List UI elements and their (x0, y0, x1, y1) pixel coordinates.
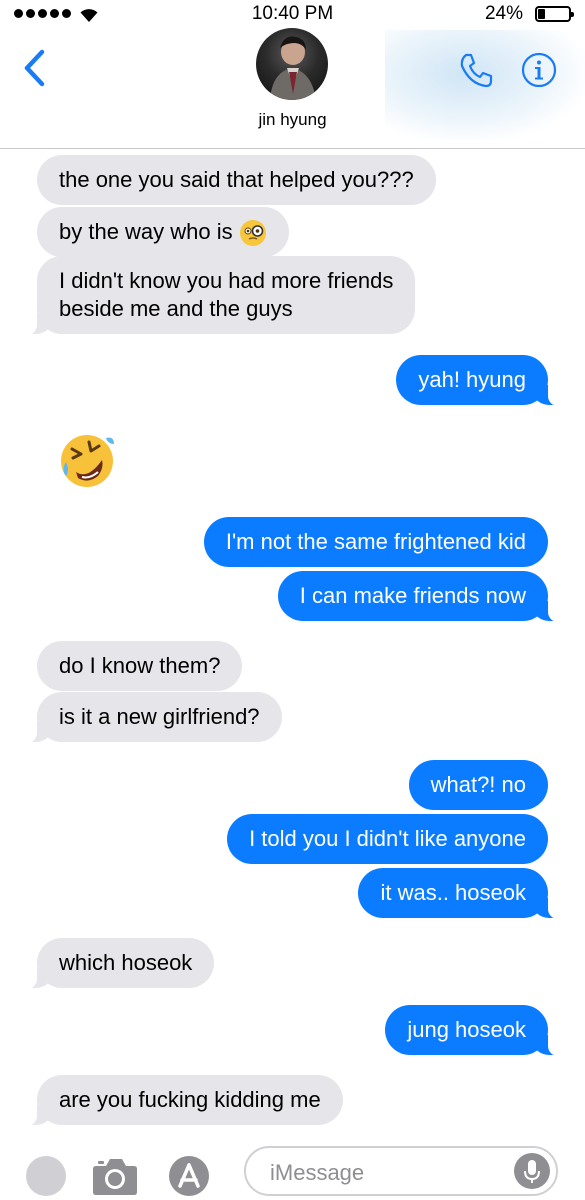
message-text: which hoseok (59, 950, 193, 975)
message-text-line: beside me and the guys (59, 296, 293, 321)
microphone-button[interactable] (514, 1153, 550, 1189)
contact-avatar[interactable] (256, 28, 328, 100)
message-text: yah! hyung (418, 367, 526, 392)
message-text-line: I didn't know you had more friends (59, 268, 394, 293)
camera-icon[interactable] (92, 1156, 138, 1196)
message-text: do I know them? (59, 653, 221, 678)
message-text: I'm not the same frightened kid (225, 529, 526, 554)
chevron-left-icon (24, 49, 45, 87)
message-incoming[interactable]: is it a new girlfriend? (23, 692, 282, 743)
battery-percentage: 24% (484, 3, 523, 24)
call-button[interactable] (456, 50, 496, 90)
conversation-header: jin hyung (0, 28, 585, 149)
contact-name[interactable]: jin hyung (0, 110, 585, 130)
message-text: by the way who is (59, 219, 233, 244)
back-button[interactable] (20, 48, 50, 88)
apps-icon[interactable] (26, 1156, 66, 1196)
message-text: is it a new girlfriend? (59, 704, 260, 729)
imessage-placeholder: iMessage (270, 1160, 365, 1185)
message-incoming[interactable]: I didn't know you had more friends besid… (22, 256, 416, 335)
imessage-input[interactable]: iMessage (244, 1146, 558, 1196)
phone-icon (460, 53, 493, 88)
message-text: I can make friends now (299, 583, 526, 608)
message-outgoing[interactable]: I told you I didn't like anyone (227, 814, 548, 864)
message-incoming[interactable]: are you fucking kidding me (23, 1075, 343, 1126)
message-text: are you fucking kidding me (59, 1087, 321, 1112)
info-button[interactable] (521, 52, 557, 88)
message-outgoing[interactable]: it was.. hoseok (358, 868, 562, 919)
message-outgoing[interactable]: yah! hyung (396, 355, 562, 406)
message-incoming[interactable]: do I know them? (37, 641, 243, 691)
rolling-on-the-floor-laughing-icon[interactable] (58, 432, 116, 490)
message-text: it was.. hoseok (380, 880, 526, 905)
compose-bar: iMessage (0, 1140, 585, 1200)
face-with-monocle-icon (239, 220, 266, 247)
message-incoming[interactable]: the one you said that helped you??? (37, 155, 436, 205)
microphone-icon (524, 1160, 540, 1183)
message-outgoing[interactable]: jung hoseok (385, 1005, 562, 1056)
message-incoming[interactable]: which hoseok (22, 938, 215, 989)
message-text: the one you said that helped you??? (59, 167, 414, 192)
status-bar: 10:40 PM 24% (0, 0, 585, 30)
message-text: what?! no (430, 772, 526, 797)
message-text: jung hoseok (407, 1017, 526, 1042)
message-incoming[interactable]: by the way who is (37, 207, 289, 257)
battery-icon (535, 6, 574, 22)
app-store-icon[interactable] (166, 1154, 212, 1198)
info-icon (521, 52, 557, 88)
message-outgoing[interactable]: I can make friends now (277, 571, 563, 622)
message-outgoing[interactable]: I'm not the same frightened kid (203, 517, 548, 567)
avatar-photo (270, 36, 316, 100)
messages-screen: 10:40 PM 24% jin hyung the one you said … (0, 0, 585, 1200)
message-text: I told you I didn't like anyone (249, 826, 526, 851)
message-outgoing[interactable]: what?! no (408, 760, 548, 810)
